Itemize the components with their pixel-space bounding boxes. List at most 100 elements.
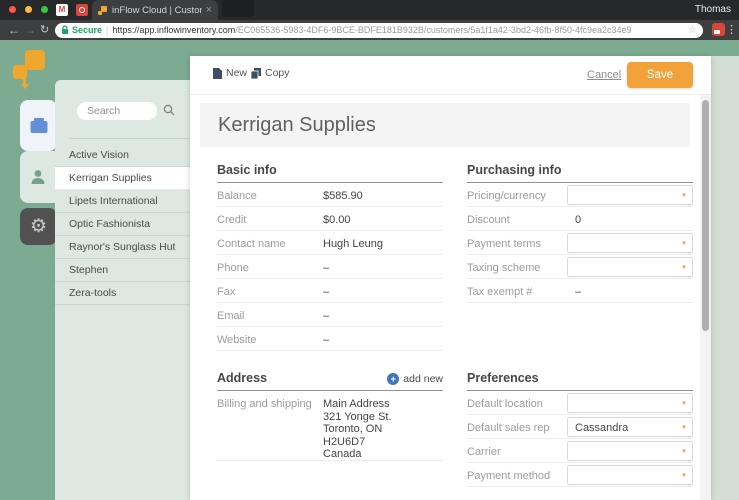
basic-info-title: Basic info [217, 161, 443, 183]
plus-icon: + [387, 373, 399, 385]
default-sales-rep-row: Default sales rep Cassandra ▼ [467, 415, 693, 439]
list-item-stephen[interactable]: Stephen [55, 259, 190, 282]
list-item-kerrigan-supplies[interactable]: Kerrigan Supplies [55, 167, 190, 190]
sidebar-item-customers[interactable] [20, 151, 56, 203]
default-location-dropdown[interactable]: ▼ [567, 393, 693, 413]
dropdown-value: Cassandra [575, 422, 628, 434]
list-item-zera-tools[interactable]: Zera-tools [55, 282, 190, 305]
field-label: Default sales rep [467, 422, 550, 434]
field-label: Fax [217, 286, 235, 298]
reload-icon[interactable]: ↻ [40, 22, 49, 38]
sidebar-item-inventory[interactable] [20, 100, 57, 151]
preferences-section: Preferences Default location ▼ Default s… [467, 369, 693, 487]
pinned-tab-mail-icon[interactable]: M [56, 4, 68, 16]
phone-value[interactable]: – [323, 262, 329, 274]
tax-exempt-row: Tax exempt # – [467, 279, 693, 303]
contact-name-value[interactable]: Hugh Leung [323, 238, 383, 250]
forward-icon: → [24, 22, 36, 38]
bookmark-star-icon[interactable]: ☆ [688, 25, 697, 36]
modal-backdrop [711, 56, 739, 500]
chevron-down-icon: ▼ [681, 241, 687, 247]
chevron-down-icon: ▼ [681, 473, 687, 479]
field-label: Billing and shipping [217, 398, 312, 410]
carrier-row: Carrier ▼ [467, 439, 693, 463]
search-icon[interactable] [163, 104, 175, 116]
payment-terms-dropdown[interactable]: ▼ [567, 233, 693, 253]
preferences-title: Preferences [467, 369, 693, 391]
balance-row: Balance $585.90 [217, 183, 443, 207]
address-title: Address + add new [217, 369, 443, 391]
chevron-down-icon: ▼ [681, 401, 687, 407]
payment-method-dropdown[interactable]: ▼ [567, 465, 693, 485]
fax-row: Fax – [217, 279, 443, 303]
discount-row: Discount 0 [467, 207, 693, 231]
field-label: Email [217, 310, 245, 322]
field-label: Website [217, 334, 257, 346]
tax-exempt-value[interactable]: – [575, 286, 581, 298]
scrollbar-thumb[interactable] [702, 100, 709, 331]
taxing-scheme-row: Taxing scheme ▼ [467, 255, 693, 279]
right-column: Purchasing info Pricing/currency ▼ Disco… [467, 56, 693, 500]
chevron-down-icon: ▼ [681, 193, 687, 199]
address-section: Address + add new Billing and shipping M… [217, 369, 443, 461]
search-input[interactable] [77, 102, 157, 120]
field-label: Tax exempt # [467, 286, 532, 298]
credit-value[interactable]: $0.00 [323, 214, 351, 226]
gear-icon: ⚙ [30, 215, 47, 238]
customer-list-panel: Active Vision Kerrigan Supplies Lipets I… [55, 80, 190, 500]
chevron-down-icon: ▼ [681, 425, 687, 431]
list-item-active-vision[interactable]: Active Vision [55, 144, 190, 167]
list-item-lipets-international[interactable]: Lipets International [55, 190, 190, 213]
list-item-optic-fashionista[interactable]: Optic Fashionista [55, 213, 190, 236]
list-item-raynors-sunglass-hut[interactable]: Raynor's Sunglass Hut [55, 236, 190, 259]
browser-tab-active[interactable]: inFlow Cloud | Customers × [92, 0, 218, 20]
field-label: Taxing scheme [467, 262, 540, 274]
window-zoom-button[interactable] [41, 6, 48, 13]
email-value[interactable]: – [323, 310, 329, 322]
customer-list: Active Vision Kerrigan Supplies Lipets I… [55, 144, 190, 305]
balance-value: $585.90 [323, 190, 363, 202]
address-value[interactable]: Main Address 321 Yonge St. Toronto, ON H… [323, 398, 392, 461]
tab-title: inFlow Cloud | Customers [112, 5, 202, 16]
add-new-address-button[interactable]: + add new [387, 370, 443, 388]
url-divider: | [106, 25, 108, 35]
browser-extension-icon[interactable] [712, 23, 725, 36]
customer-detail-card: New Copy Cancel Save Kerrigan Supplies B… [190, 56, 711, 500]
discount-value[interactable]: 0 [575, 214, 581, 226]
field-label: Default location [467, 398, 543, 410]
default-sales-rep-dropdown[interactable]: Cassandra ▼ [567, 417, 693, 437]
carrier-dropdown[interactable]: ▼ [567, 441, 693, 461]
basic-info-section: Basic info Balance $585.90 Credit $0.00 … [217, 161, 443, 351]
window-minimize-button[interactable] [25, 6, 32, 13]
chrome-menu-icon[interactable]: ⋮ [726, 23, 737, 36]
left-column: Basic info Balance $585.90 Credit $0.00 … [217, 56, 443, 500]
email-row: Email – [217, 303, 443, 327]
tab-close-icon[interactable]: × [206, 4, 212, 16]
billing-shipping-row: Billing and shipping Main Address 321 Yo… [217, 391, 443, 461]
chevron-down-icon: ▼ [681, 449, 687, 455]
new-tab-button[interactable] [222, 0, 254, 17]
inflow-favicon-icon [98, 6, 107, 15]
chevron-down-icon: ▼ [681, 265, 687, 271]
pricing-currency-row: Pricing/currency ▼ [467, 183, 693, 207]
pricing-currency-dropdown[interactable]: ▼ [567, 185, 693, 205]
sidebar-item-settings[interactable]: ⚙ [20, 208, 57, 245]
window-close-button[interactable] [9, 6, 16, 13]
chrome-profile-name[interactable]: Thomas [695, 4, 731, 15]
back-icon[interactable]: ← [8, 22, 20, 38]
field-label: Carrier [467, 446, 501, 458]
card-scrollbar[interactable] [700, 95, 711, 500]
contact-name-row: Contact name Hugh Leung [217, 231, 443, 255]
field-label: Credit [217, 214, 246, 226]
browser-tab-strip: M inFlow Cloud | Customers × Thomas [0, 0, 739, 20]
url-bar[interactable]: Secure | https://app.inflowinventory.com… [55, 23, 703, 38]
default-location-row: Default location ▼ [467, 391, 693, 415]
payment-method-row: Payment method ▼ [467, 463, 693, 487]
field-label: Discount [467, 214, 510, 226]
address-title-label: Address [217, 371, 267, 385]
taxing-scheme-dropdown[interactable]: ▼ [567, 257, 693, 277]
website-value[interactable]: – [323, 334, 329, 346]
phone-row: Phone – [217, 255, 443, 279]
fax-value[interactable]: – [323, 286, 329, 298]
pinned-tab-clock-icon[interactable] [76, 4, 88, 16]
